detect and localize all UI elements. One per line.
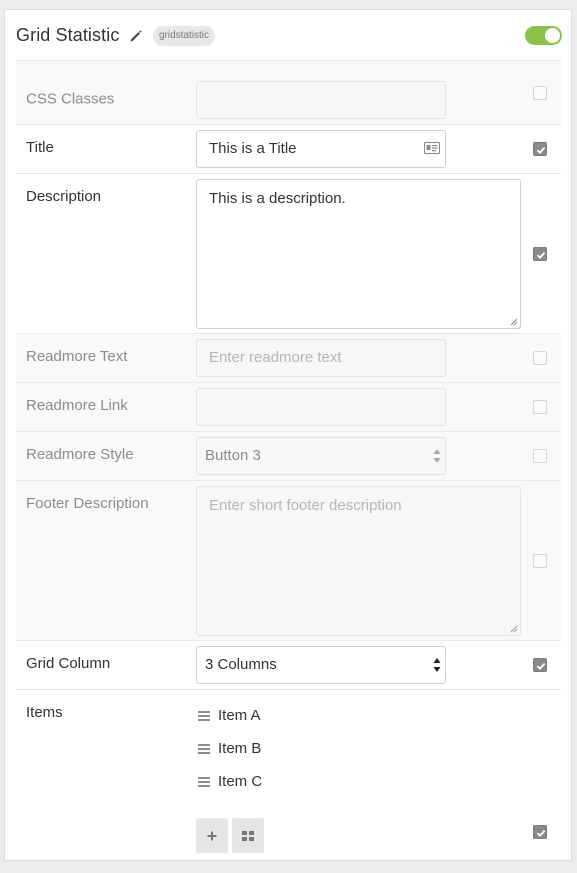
css-classes-input[interactable] <box>196 81 446 119</box>
check-icon <box>536 146 546 154</box>
row-readmore-text: Readmore Text Enter readmore text <box>16 333 561 382</box>
bulk-add-button[interactable] <box>232 818 264 853</box>
row-footer-description: Footer Description Enter short footer de… <box>16 480 561 640</box>
readmore-text-label: Readmore Text <box>26 348 128 365</box>
grid-column-select[interactable]: 3 Columns <box>196 646 446 684</box>
check-icon <box>536 251 546 259</box>
description-textarea[interactable]: This is a description. <box>196 179 521 329</box>
title-input-value: This is a Title <box>209 140 297 157</box>
id-card-icon <box>424 142 440 154</box>
title-input[interactable]: This is a Title <box>196 130 446 168</box>
toggle-knob <box>545 28 560 43</box>
row-readmore-link: Readmore Link <box>16 382 561 431</box>
footer-description-label: Footer Description <box>26 495 149 512</box>
css-classes-label: CSS Classes <box>26 90 115 108</box>
row-readmore-style: Readmore Style Button 3 <box>16 431 561 480</box>
drag-handle-icon[interactable] <box>198 777 210 787</box>
readmore-style-label: Readmore Style <box>26 446 134 463</box>
footer-description-textarea[interactable]: Enter short footer description <box>196 486 521 636</box>
readmore-style-value: Button 3 <box>205 447 261 464</box>
module-title: Grid Statistic <box>16 25 120 45</box>
items-checkbox[interactable] <box>533 825 547 839</box>
check-icon <box>536 829 546 837</box>
readmore-text-input[interactable]: Enter readmore text <box>196 339 446 377</box>
description-value: This is a description. <box>209 190 346 207</box>
check-icon <box>536 662 546 670</box>
grid-column-value: 3 Columns <box>205 656 277 673</box>
list-item-label: Item A <box>218 707 261 724</box>
list-item-label: Item B <box>218 740 262 757</box>
description-checkbox[interactable] <box>533 247 547 261</box>
grid-icon <box>242 831 254 841</box>
module-id-badge: gridstatistic <box>153 26 216 46</box>
readmore-link-checkbox[interactable] <box>533 400 547 414</box>
grid-column-label: Grid Column <box>26 655 111 672</box>
select-arrows-icon <box>433 658 441 672</box>
row-description: Description This is a description. <box>16 173 561 333</box>
enable-toggle[interactable] <box>525 26 562 45</box>
grid-column-checkbox[interactable] <box>533 658 547 672</box>
resize-handle-icon[interactable] <box>510 625 518 633</box>
drag-handle-icon[interactable] <box>198 744 210 754</box>
readmore-text-checkbox[interactable] <box>533 351 547 365</box>
select-arrows-icon <box>433 449 441 463</box>
resize-handle-icon[interactable] <box>510 318 518 326</box>
plus-icon <box>207 831 217 841</box>
module-card: Grid Statistic gridstatistic CSS Classes… <box>4 9 572 861</box>
title-label: Title <box>26 139 54 156</box>
items-label: Items <box>26 704 63 721</box>
title-checkbox[interactable] <box>533 142 547 156</box>
pencil-icon[interactable] <box>129 29 143 43</box>
readmore-style-checkbox[interactable] <box>533 449 547 463</box>
row-title: Title This is a Title <box>16 124 561 173</box>
row-css-classes: CSS Classes <box>16 60 561 124</box>
add-item-button[interactable] <box>196 818 228 853</box>
readmore-style-select[interactable]: Button 3 <box>196 437 446 475</box>
readmore-link-label: Readmore Link <box>26 397 128 414</box>
row-items: Items Item A Item B Item C <box>16 689 561 861</box>
footer-description-placeholder: Enter short footer description <box>209 497 402 514</box>
readmore-link-input[interactable] <box>196 388 446 426</box>
drag-handle-icon[interactable] <box>198 711 210 721</box>
list-item-label: Item C <box>218 773 263 790</box>
footer-description-checkbox[interactable] <box>533 554 547 568</box>
description-label: Description <box>26 188 102 205</box>
css-classes-checkbox[interactable] <box>533 86 547 100</box>
row-grid-column: Grid Column 3 Columns <box>16 640 561 689</box>
card-header: Grid Statistic gridstatistic <box>5 10 571 60</box>
